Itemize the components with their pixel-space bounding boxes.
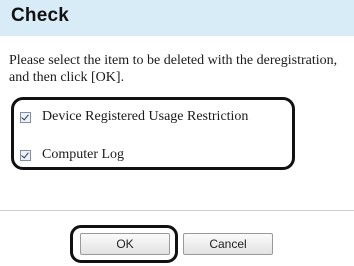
ok-button[interactable]: OK xyxy=(80,233,170,255)
checkbox-checked-icon[interactable] xyxy=(20,149,31,161)
divider xyxy=(0,210,354,211)
option-label: Device Registered Usage Restriction xyxy=(42,109,249,124)
option-computer-log[interactable]: Computer Log xyxy=(20,146,124,164)
option-device-registered-usage-restriction[interactable]: Device Registered Usage Restriction xyxy=(20,108,248,126)
dialog-title: Check xyxy=(11,5,70,26)
dialog-title-bar: Check xyxy=(0,0,354,36)
option-label: Computer Log xyxy=(42,147,125,162)
dialog-message: Please select the item to be deleted wit… xyxy=(9,53,338,85)
cancel-button[interactable]: Cancel xyxy=(183,233,273,255)
checkbox-checked-icon[interactable] xyxy=(20,111,31,123)
